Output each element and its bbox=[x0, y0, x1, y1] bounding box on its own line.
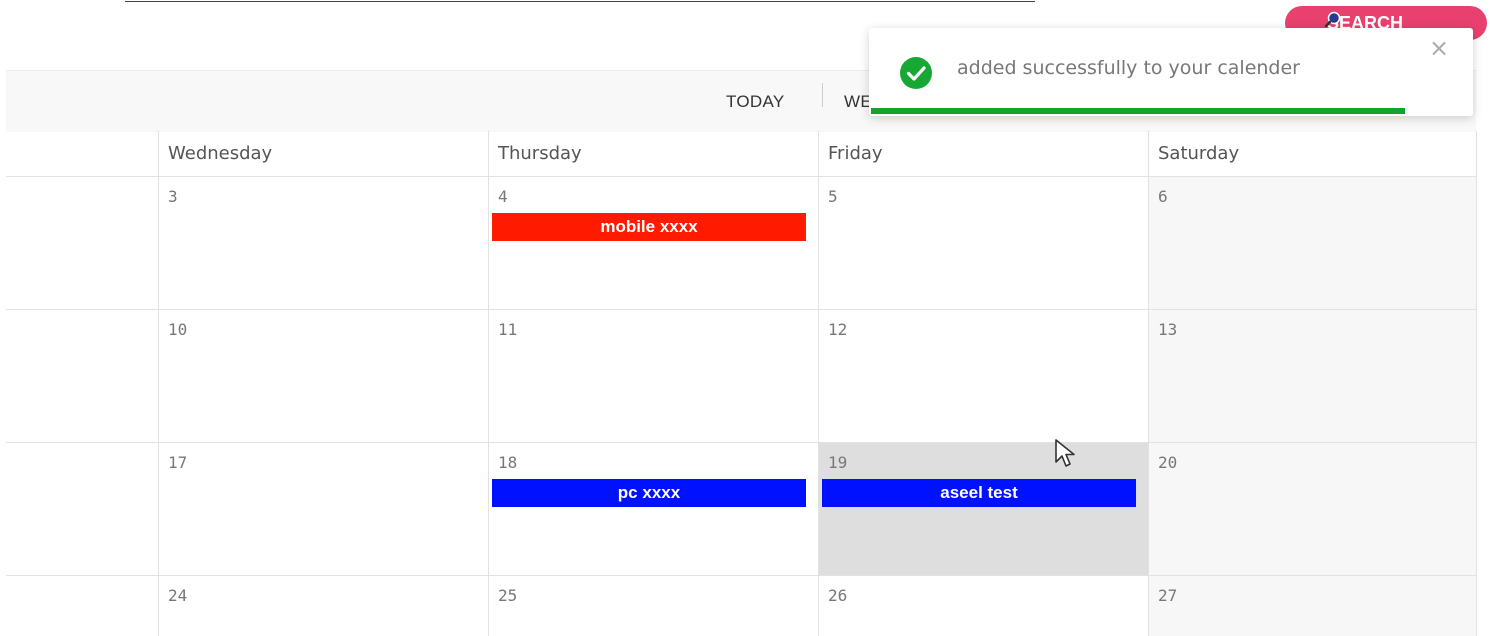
calendar-month-grid: Wednesday Thursday Friday Saturday 3 4 m… bbox=[6, 131, 1477, 636]
day-number: 12 bbox=[828, 320, 848, 339]
day-cell-13[interactable]: 13 bbox=[1148, 310, 1477, 442]
day-number: 4 bbox=[498, 187, 508, 206]
day-cell-18[interactable]: 18 pc xxxx bbox=[488, 443, 818, 575]
day-cell[interactable] bbox=[6, 310, 158, 442]
day-number: 11 bbox=[498, 320, 518, 339]
day-number: 18 bbox=[498, 453, 518, 472]
day-cell-11[interactable]: 11 bbox=[488, 310, 818, 442]
toolbar-separator bbox=[822, 83, 823, 107]
weekday-header-cell bbox=[6, 131, 158, 176]
week-row: 10 11 12 13 bbox=[6, 310, 1477, 443]
close-icon[interactable]: × bbox=[1429, 34, 1449, 62]
calendar-event[interactable]: pc xxxx bbox=[492, 479, 806, 507]
day-number: 27 bbox=[1158, 586, 1178, 605]
day-cell-12[interactable]: 12 bbox=[818, 310, 1148, 442]
day-number: 5 bbox=[828, 187, 838, 206]
top-divider bbox=[125, 1, 1035, 2]
week-row: 17 18 pc xxxx 19 aseel test 20 bbox=[6, 443, 1477, 576]
toast-progress-bar bbox=[871, 108, 1405, 114]
weekday-header-row: Wednesday Thursday Friday Saturday bbox=[6, 131, 1477, 177]
day-cell-4[interactable]: 4 mobile xxxx bbox=[488, 177, 818, 309]
day-cell-3[interactable]: 3 bbox=[158, 177, 488, 309]
day-number: 6 bbox=[1158, 187, 1168, 206]
day-cell-25[interactable]: 25 bbox=[488, 576, 818, 636]
day-number: 19 bbox=[828, 453, 848, 472]
check-circle-icon bbox=[900, 57, 932, 89]
week-row: 24 25 26 27 bbox=[6, 576, 1477, 636]
day-cell[interactable] bbox=[6, 443, 158, 575]
mouse-cursor-icon bbox=[1055, 439, 1075, 467]
search-icon bbox=[1324, 11, 1341, 28]
today-button[interactable]: TODAY bbox=[726, 71, 785, 132]
day-cell[interactable] bbox=[6, 576, 158, 636]
day-cell-17[interactable]: 17 bbox=[158, 443, 488, 575]
week-view-button[interactable]: WE bbox=[844, 71, 872, 132]
day-number: 24 bbox=[168, 586, 188, 605]
weekday-header-wednesday: Wednesday bbox=[158, 131, 488, 176]
day-number: 25 bbox=[498, 586, 518, 605]
day-number: 20 bbox=[1158, 453, 1178, 472]
day-number: 10 bbox=[168, 320, 188, 339]
day-cell-10[interactable]: 10 bbox=[158, 310, 488, 442]
day-cell-26[interactable]: 26 bbox=[818, 576, 1148, 636]
calendar-event[interactable]: mobile xxxx bbox=[492, 213, 806, 241]
day-number: 26 bbox=[828, 586, 848, 605]
weekday-header-thursday: Thursday bbox=[488, 131, 818, 176]
calendar-event[interactable]: aseel test bbox=[822, 479, 1136, 507]
weekday-header-saturday: Saturday bbox=[1148, 131, 1477, 176]
day-cell-27[interactable]: 27 bbox=[1148, 576, 1477, 636]
day-cell-5[interactable]: 5 bbox=[818, 177, 1148, 309]
day-cell-6[interactable]: 6 bbox=[1148, 177, 1477, 309]
day-cell[interactable] bbox=[6, 177, 158, 309]
weekday-header-friday: Friday bbox=[818, 131, 1148, 176]
day-number: 17 bbox=[168, 453, 188, 472]
day-cell-19[interactable]: 19 aseel test bbox=[818, 443, 1148, 575]
week-row: 3 4 mobile xxxx 5 6 bbox=[6, 177, 1477, 310]
day-cell-20[interactable]: 20 bbox=[1148, 443, 1477, 575]
day-cell-24[interactable]: 24 bbox=[158, 576, 488, 636]
toast-message: added successfully to your calender bbox=[957, 57, 1300, 79]
success-toast: added successfully to your calender × bbox=[869, 28, 1473, 116]
day-number: 13 bbox=[1158, 320, 1178, 339]
day-number: 3 bbox=[168, 187, 178, 206]
